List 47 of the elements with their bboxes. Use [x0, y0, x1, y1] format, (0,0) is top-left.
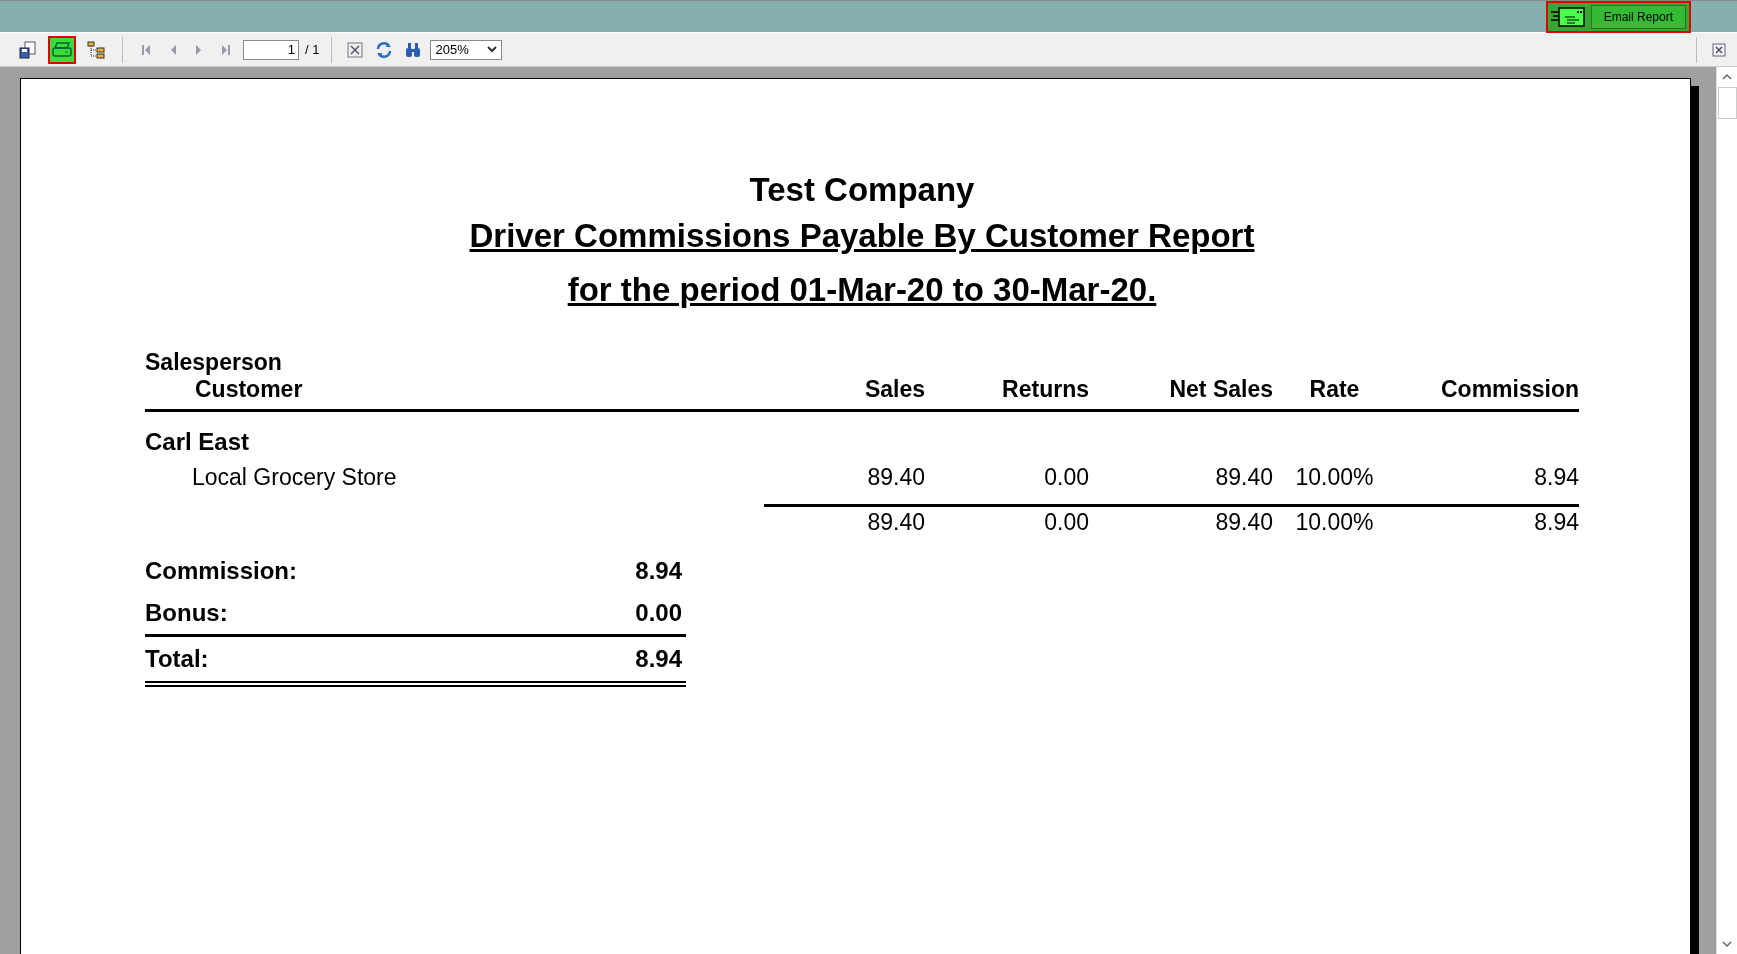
- summary-label: Bonus:: [145, 599, 228, 627]
- table-cell-text: Local Grocery Store: [191, 464, 397, 490]
- subtotal-cell: 89.40: [764, 504, 925, 536]
- column-header: Salesperson: [145, 349, 283, 376]
- last-page-icon[interactable]: [221, 43, 231, 56]
- column-header: Net Sales: [1168, 376, 1273, 403]
- scroll-thumb[interactable]: [1717, 87, 1737, 119]
- envelope-icon: [1550, 6, 1585, 27]
- close-icon[interactable]: [1712, 42, 1726, 57]
- page-count: / 1: [305, 42, 320, 57]
- summary-value: 0.00: [635, 599, 682, 627]
- column-header: Rate: [1308, 376, 1361, 403]
- column-header: Returns: [1001, 376, 1089, 403]
- summary-label: Total:: [145, 645, 209, 673]
- refresh-icon[interactable]: [375, 40, 394, 59]
- table-cell-text: 10.00%: [1294, 464, 1375, 491]
- column-header: Commission: [1439, 376, 1579, 403]
- subtotal-cell: 10.00%: [1273, 504, 1396, 536]
- summary-value: 8.94: [635, 645, 682, 673]
- next-page-icon[interactable]: [195, 43, 203, 56]
- scroll-down-icon[interactable]: [1721, 940, 1733, 948]
- subtotal-cell: 8.94: [1396, 504, 1579, 536]
- report-period: for the period 01-Mar-20 to 30-Mar-20.: [567, 271, 1157, 308]
- page-number-field[interactable]: 1: [243, 39, 299, 60]
- report-title: Driver Commissions Payable By Customer Report: [469, 217, 1255, 254]
- print-button[interactable]: [48, 35, 76, 64]
- company-name: Test Company: [748, 171, 976, 210]
- column-header: Sales: [863, 376, 925, 403]
- first-page-icon[interactable]: [141, 43, 151, 56]
- subtotal-cell: 0.00: [925, 504, 1089, 536]
- zoom-dropdown[interactable]: 205%: [430, 39, 503, 60]
- table-cell-text: 8.94: [1533, 464, 1579, 491]
- table-cell-text: 0.00: [1043, 464, 1089, 491]
- previous-page-icon[interactable]: [169, 43, 177, 56]
- column-header: Customer: [194, 376, 304, 403]
- summary-value: 8.94: [635, 557, 682, 585]
- table-cell-text: 89.40: [1214, 464, 1273, 491]
- email-report-button[interactable]: Email Report: [1545, 0, 1691, 33]
- table-cell-text: 89.40: [866, 464, 925, 491]
- salesperson-name: Carl East: [145, 428, 251, 456]
- summary-label: Commission:: [145, 557, 297, 585]
- chevron-down-icon: [487, 46, 498, 53]
- binoculars-icon[interactable]: [405, 41, 422, 58]
- close-view-icon[interactable]: [347, 41, 364, 58]
- subtotal-cell: 89.40: [1089, 504, 1273, 536]
- scroll-up-icon[interactable]: [1721, 73, 1733, 81]
- vertical-scrollbar[interactable]: [1716, 67, 1737, 954]
